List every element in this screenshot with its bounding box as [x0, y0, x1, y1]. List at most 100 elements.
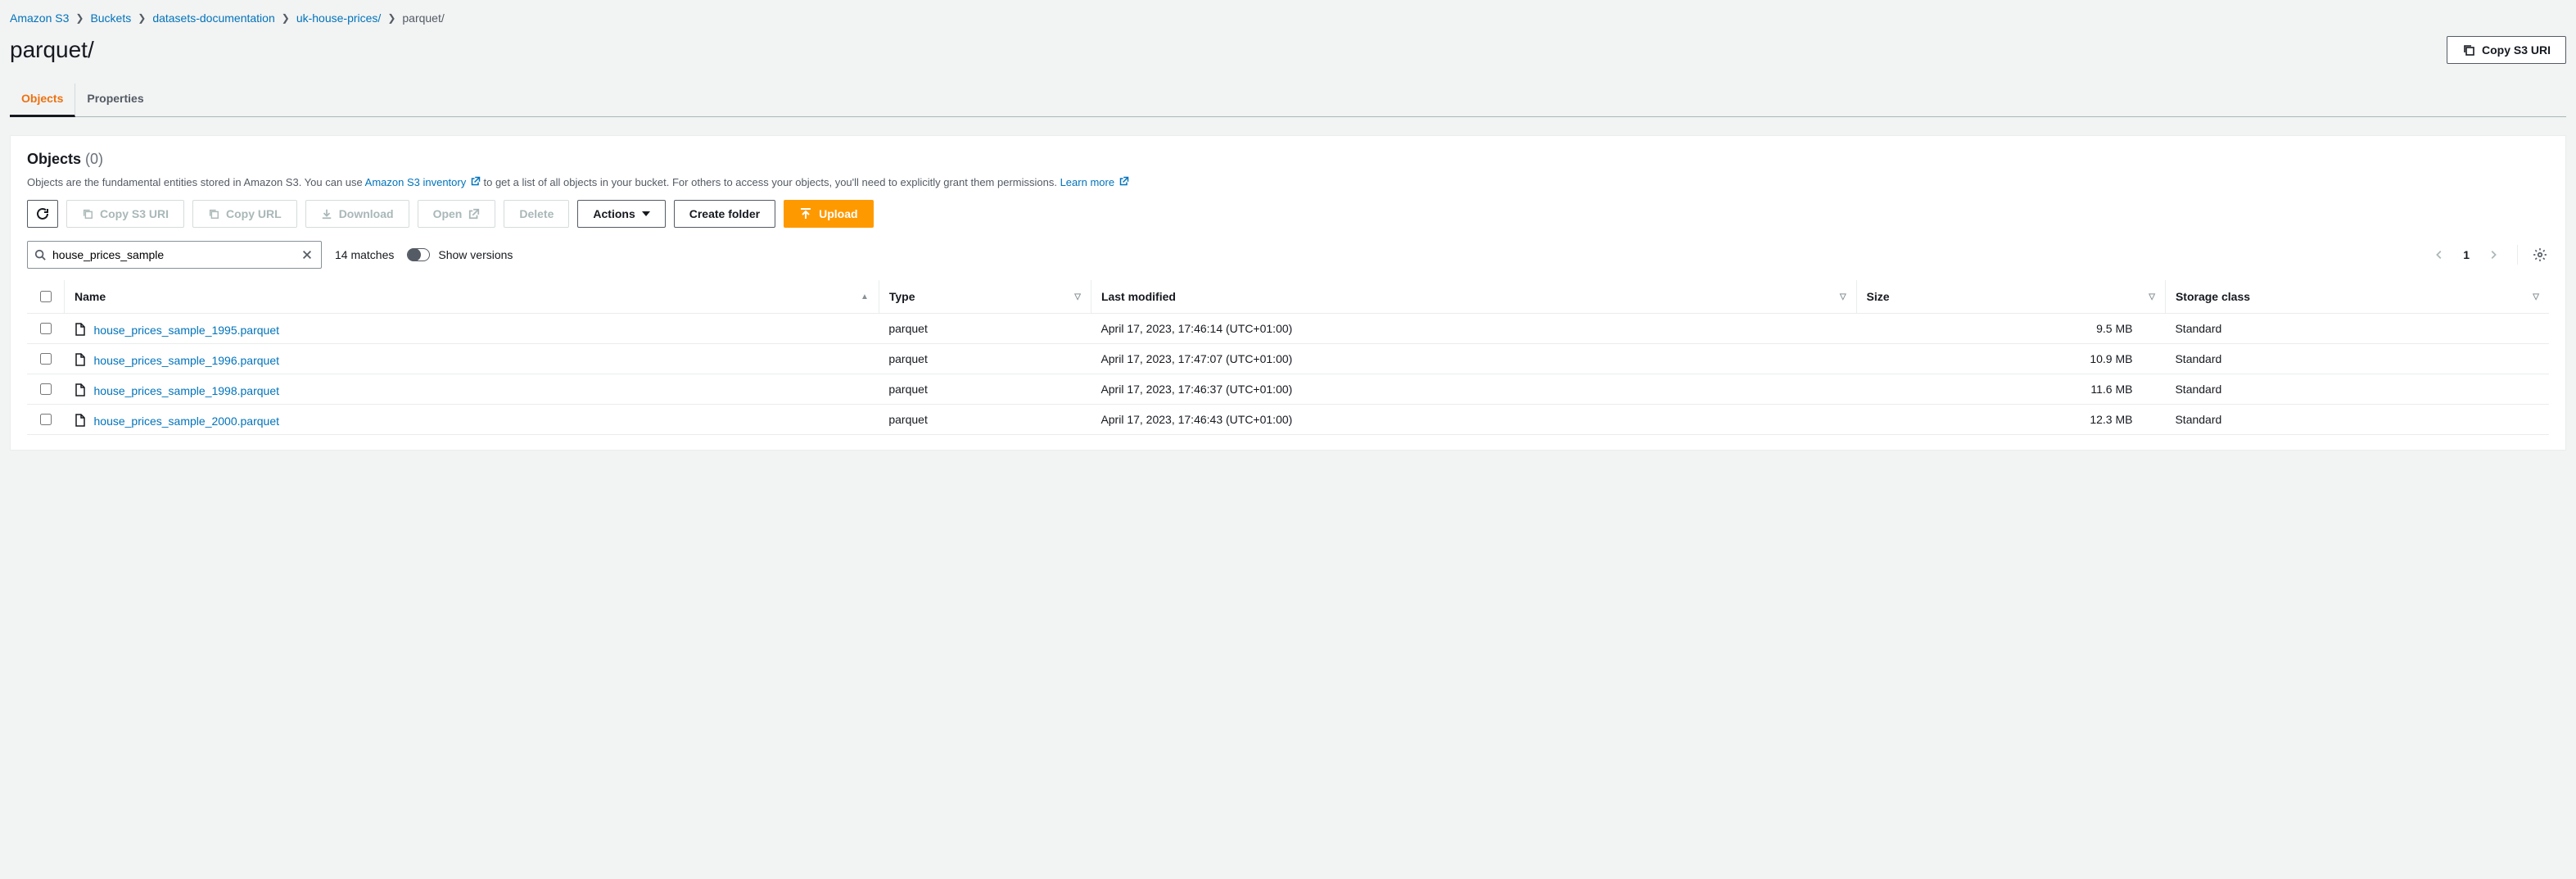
- sort-icon: ▽: [2533, 292, 2539, 301]
- match-count: 14 matches: [335, 248, 394, 261]
- cell-storage: Standard: [2165, 344, 2549, 374]
- cell-type: parquet: [879, 344, 1091, 374]
- pagination: 1: [2429, 244, 2549, 265]
- objects-panel: Objects (0) Objects are the fundamental …: [10, 135, 2566, 451]
- cell-modified: April 17, 2023, 17:46:37 (UTC+01:00): [1091, 374, 1856, 405]
- page-number: 1: [2458, 247, 2474, 263]
- file-icon: [75, 383, 86, 396]
- download-icon: [321, 208, 332, 220]
- panel-description: Objects are the fundamental entities sto…: [27, 176, 2549, 188]
- copy-s3-uri-button: Copy S3 URI: [66, 200, 184, 228]
- button-label: Copy S3 URI: [100, 206, 169, 222]
- table-row: house_prices_sample_1995.parquet parquetA…: [27, 314, 2549, 344]
- row-checkbox[interactable]: [40, 323, 52, 334]
- toolbar: Copy S3 URI Copy URL Download Open: [27, 200, 2549, 228]
- button-label: Delete: [519, 206, 554, 222]
- panel-title: Objects (0): [27, 151, 2549, 168]
- show-versions-toggle[interactable]: Show versions: [407, 248, 513, 261]
- button-label: Upload: [819, 206, 857, 222]
- page-title: parquet/: [10, 37, 94, 63]
- copy-url-button: Copy URL: [192, 200, 297, 228]
- open-button: Open: [418, 200, 496, 228]
- object-name-link[interactable]: house_prices_sample_1995.parquet: [94, 324, 280, 337]
- col-header-type[interactable]: Type▽: [879, 280, 1091, 314]
- toggle-label-text: Show versions: [438, 248, 513, 261]
- button-label: Copy URL: [226, 206, 282, 222]
- table-row: house_prices_sample_2000.parquet parquetA…: [27, 405, 2549, 435]
- cell-size: 12.3 MB: [1856, 405, 2165, 435]
- cell-storage: Standard: [2165, 405, 2549, 435]
- external-link-icon: [471, 176, 481, 186]
- file-icon: [75, 323, 86, 336]
- chevron-right-icon: ❯: [387, 12, 395, 24]
- cell-type: parquet: [879, 374, 1091, 405]
- sort-icon: ▽: [1840, 292, 1846, 301]
- button-label: Copy S3 URI: [2482, 42, 2551, 58]
- breadcrumb-link[interactable]: uk-house-prices/: [296, 11, 382, 25]
- breadcrumb: Amazon S3 ❯ Buckets ❯ datasets-documenta…: [10, 11, 2566, 25]
- col-header-storage[interactable]: Storage class▽: [2165, 280, 2549, 314]
- chevron-right-icon: ❯: [138, 12, 146, 24]
- object-name-link[interactable]: house_prices_sample_1996.parquet: [94, 354, 280, 367]
- table-row: house_prices_sample_1996.parquetparquetA…: [27, 344, 2549, 374]
- cell-storage: Standard: [2165, 374, 2549, 405]
- sort-icon: ▽: [2149, 292, 2155, 301]
- object-name-link[interactable]: house_prices_sample_2000.parquet: [94, 415, 280, 428]
- copy-icon: [208, 208, 219, 220]
- cell-size: 10.9 MB: [1856, 344, 2165, 374]
- col-header-size[interactable]: Size▽: [1856, 280, 2165, 314]
- toggle-switch-icon: [407, 248, 430, 261]
- actions-dropdown[interactable]: Actions: [577, 200, 665, 228]
- col-header-modified[interactable]: Last modified▽: [1091, 280, 1856, 314]
- button-label: Create folder: [689, 206, 760, 222]
- tab-properties[interactable]: Properties: [75, 84, 155, 116]
- copy-icon: [2462, 43, 2475, 57]
- breadcrumb-link[interactable]: datasets-documentation: [152, 11, 274, 25]
- search-icon: [34, 249, 46, 261]
- file-icon: [75, 414, 86, 427]
- breadcrumb-link[interactable]: Amazon S3: [10, 11, 69, 25]
- object-name-link[interactable]: house_prices_sample_1998.parquet: [94, 384, 280, 397]
- create-folder-button[interactable]: Create folder: [674, 200, 775, 228]
- delete-button: Delete: [504, 200, 569, 228]
- next-page-button: [2483, 244, 2504, 265]
- search-input[interactable]: [28, 243, 321, 266]
- cell-type: parquet: [879, 314, 1091, 344]
- tab-objects[interactable]: Objects: [10, 84, 75, 117]
- row-checkbox[interactable]: [40, 383, 52, 395]
- table-row: house_prices_sample_1998.parquet parquetA…: [27, 374, 2549, 405]
- cell-size: 9.5 MB: [1856, 314, 2165, 344]
- file-icon: [75, 353, 86, 366]
- tabs: Objects Properties: [10, 84, 2566, 117]
- sort-icon: ▽: [1074, 292, 1081, 301]
- inventory-link[interactable]: Amazon S3 inventory: [365, 176, 484, 188]
- copy-s3-uri-button[interactable]: Copy S3 URI: [2447, 36, 2566, 64]
- upload-icon: [799, 207, 812, 220]
- refresh-icon: [36, 207, 49, 220]
- select-all-checkbox[interactable]: [40, 291, 52, 302]
- row-checkbox[interactable]: [40, 353, 52, 365]
- sort-asc-icon: ▲: [861, 292, 869, 301]
- chevron-right-icon: ❯: [75, 12, 84, 24]
- clear-search-button[interactable]: [296, 244, 318, 265]
- copy-icon: [82, 208, 93, 220]
- cell-modified: April 17, 2023, 17:46:43 (UTC+01:00): [1091, 405, 1856, 435]
- col-header-name[interactable]: Name▲: [65, 280, 879, 314]
- refresh-button[interactable]: [27, 200, 58, 228]
- cell-storage: Standard: [2165, 314, 2549, 344]
- upload-button[interactable]: Upload: [784, 200, 873, 228]
- cell-size: 11.6 MB: [1856, 374, 2165, 405]
- cell-modified: April 17, 2023, 17:46:14 (UTC+01:00): [1091, 314, 1856, 344]
- cell-type: parquet: [879, 405, 1091, 435]
- search-input-wrapper[interactable]: [27, 241, 322, 269]
- caret-down-icon: [642, 210, 650, 218]
- chevron-right-icon: ❯: [282, 12, 290, 24]
- external-link-icon: [468, 208, 480, 220]
- button-label: Download: [339, 206, 394, 222]
- row-checkbox[interactable]: [40, 414, 52, 425]
- settings-button[interactable]: [2531, 246, 2549, 264]
- breadcrumb-link[interactable]: Buckets: [90, 11, 131, 25]
- breadcrumb-current: parquet/: [402, 11, 444, 25]
- learn-more-link[interactable]: Learn more: [1060, 176, 1129, 188]
- prev-page-button: [2429, 244, 2450, 265]
